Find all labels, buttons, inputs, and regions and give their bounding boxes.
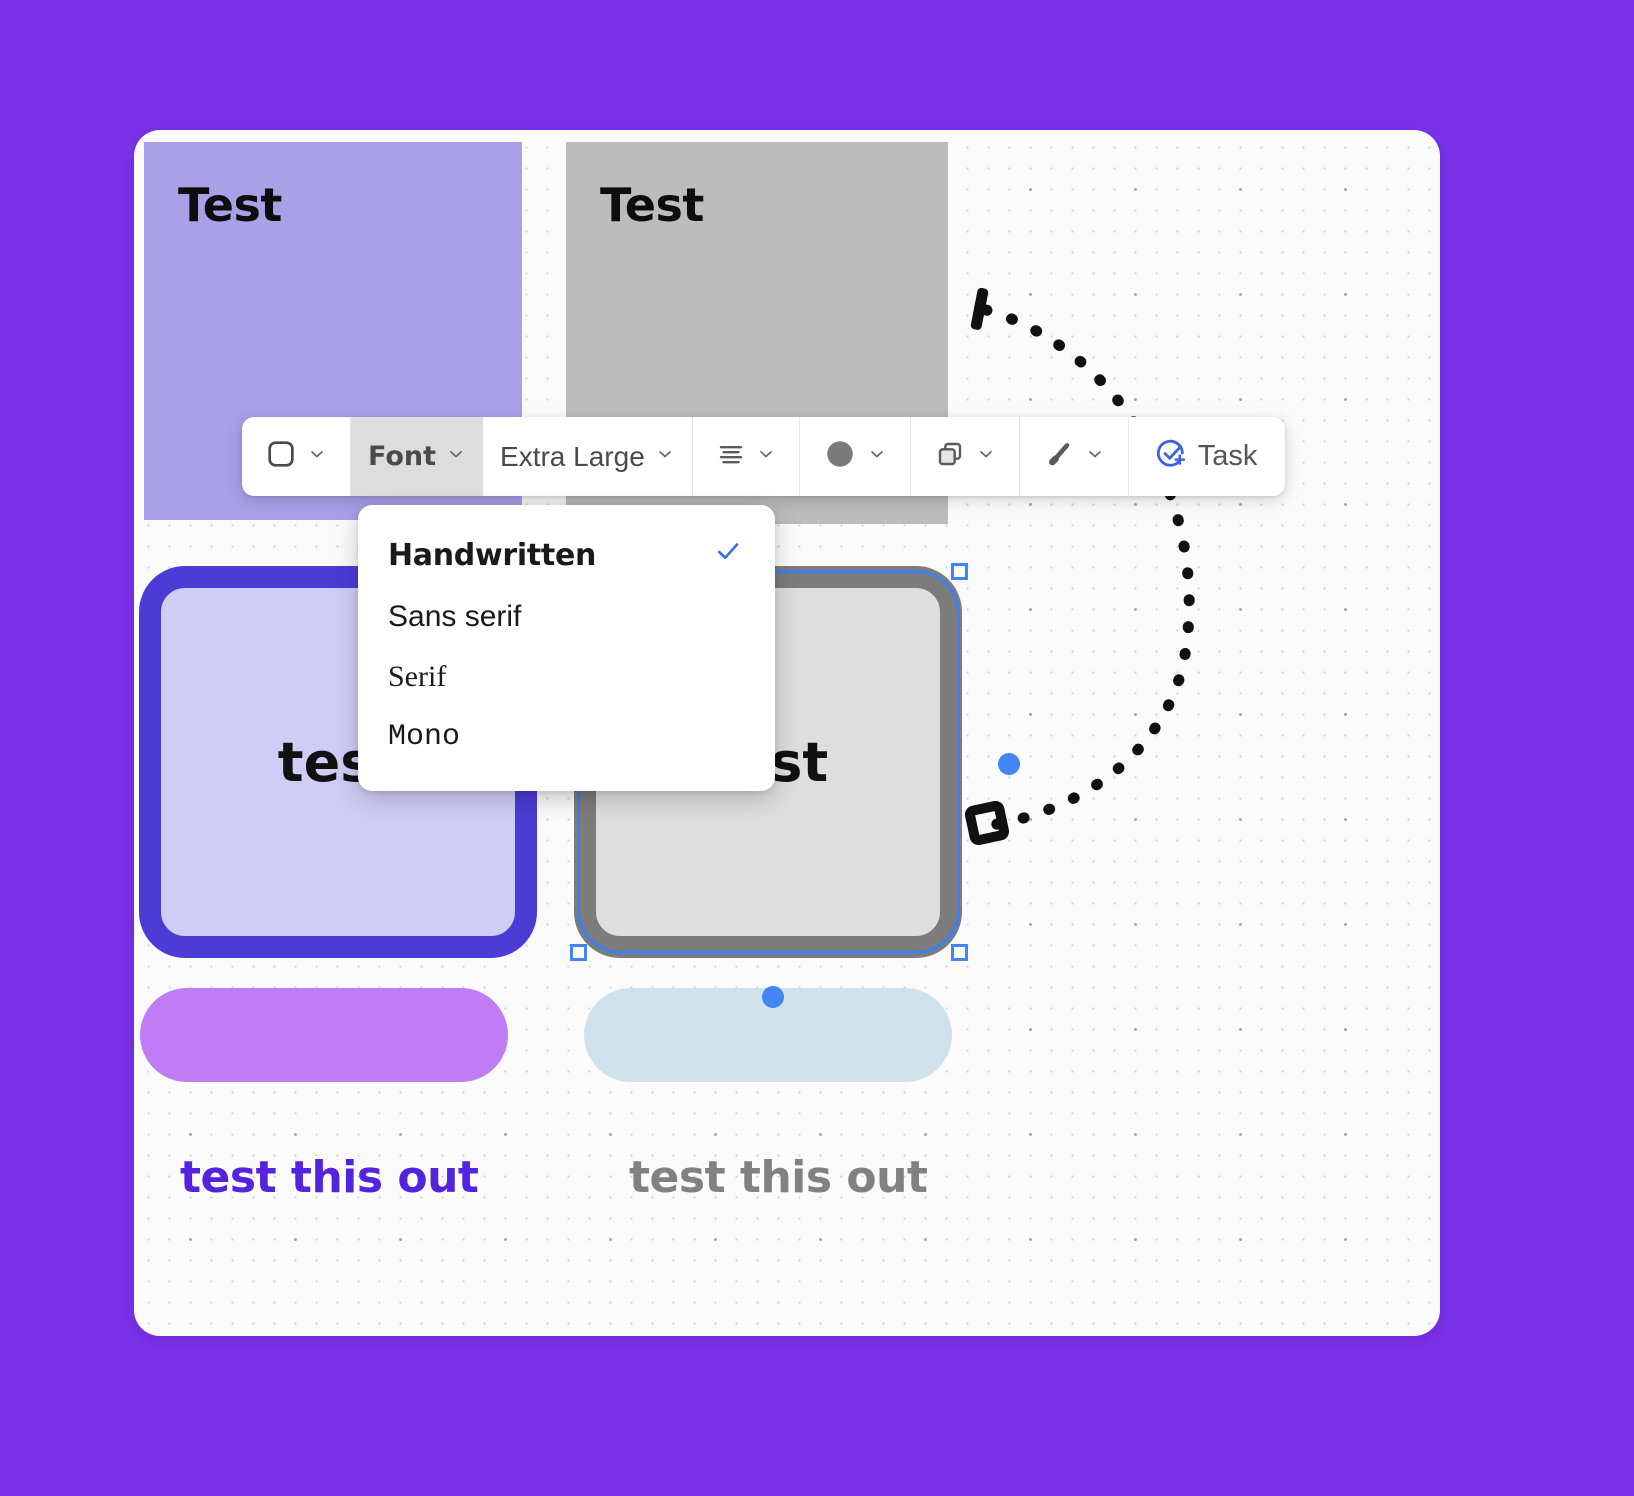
font-menu-item-serif-label: Serif — [388, 660, 447, 693]
font-size-label: Extra Large — [500, 440, 645, 472]
toolbar-group-color — [800, 417, 911, 496]
font-menu-item-handwritten[interactable]: Handwritten — [358, 523, 775, 587]
font-family-label: Font — [368, 441, 437, 472]
toolbar-group-shape — [242, 417, 351, 496]
chevron-down-icon — [446, 444, 466, 469]
sticky-note-gray-text: Test — [600, 178, 704, 232]
chevron-down-icon — [867, 444, 887, 469]
toolbar-group-task: Task — [1129, 417, 1286, 496]
chevron-down-icon — [976, 444, 996, 469]
add-task-button[interactable]: Task — [1135, 417, 1280, 496]
resize-handle-bottom-right[interactable] — [951, 944, 968, 961]
color-picker-button[interactable] — [806, 417, 904, 496]
toolbar-group-stroke — [1020, 417, 1129, 496]
add-task-label: Task — [1197, 440, 1258, 472]
chevron-down-icon — [1085, 444, 1105, 469]
font-menu-item-mono[interactable]: Mono — [358, 707, 775, 767]
font-menu-item-mono-label: Mono — [388, 720, 461, 754]
font-menu-item-sans-serif-label: Sans serif — [388, 600, 522, 633]
canvas-text-left[interactable]: test this out — [180, 1152, 479, 1203]
highlighter-stroke-purple[interactable] — [140, 988, 508, 1082]
stroke-style-button[interactable] — [1026, 417, 1122, 496]
chevron-down-icon — [307, 444, 327, 469]
font-menu-item-sans-serif[interactable]: Sans serif — [358, 587, 775, 647]
sticky-note-purple-text: Test — [178, 178, 282, 232]
toolbar-group-layers — [911, 417, 1020, 496]
toolbar-group-align — [693, 417, 800, 496]
duplicate-layers-button[interactable] — [917, 417, 1013, 496]
font-family-button[interactable]: Font — [351, 417, 484, 496]
toolbar-group-typography: Font Extra Large — [351, 417, 693, 496]
text-align-icon — [716, 439, 746, 474]
shape-selector-button[interactable] — [248, 417, 344, 496]
text-align-button[interactable] — [699, 417, 793, 496]
chevron-down-icon — [655, 444, 675, 469]
resize-handle-bottom-left[interactable] — [570, 944, 587, 961]
color-swatch-icon — [823, 437, 857, 476]
font-family-dropdown[interactable]: Handwritten Sans serif Serif Mono — [358, 505, 775, 791]
pen-stroke-icon — [1043, 438, 1075, 475]
rounded-square-icon — [265, 438, 297, 475]
resize-handle-top-right[interactable] — [951, 563, 968, 580]
highlighter-blue-handle[interactable] — [762, 986, 784, 1008]
chevron-down-icon — [756, 444, 776, 469]
canvas-text-right[interactable]: test this out — [629, 1152, 928, 1203]
task-check-plus-icon — [1155, 438, 1187, 475]
formatting-toolbar[interactable]: Font Extra Large Task — [242, 417, 1286, 496]
whiteboard-canvas[interactable]: Test Test test test test this out test t… — [134, 130, 1440, 1336]
arc-midpoint-handle[interactable] — [998, 753, 1020, 775]
duplicate-layers-icon — [934, 438, 966, 475]
font-size-button[interactable]: Extra Large — [483, 417, 693, 496]
font-menu-item-handwritten-label: Handwritten — [388, 537, 597, 573]
font-menu-item-serif[interactable]: Serif — [358, 647, 775, 707]
checkmark-icon — [713, 536, 743, 574]
